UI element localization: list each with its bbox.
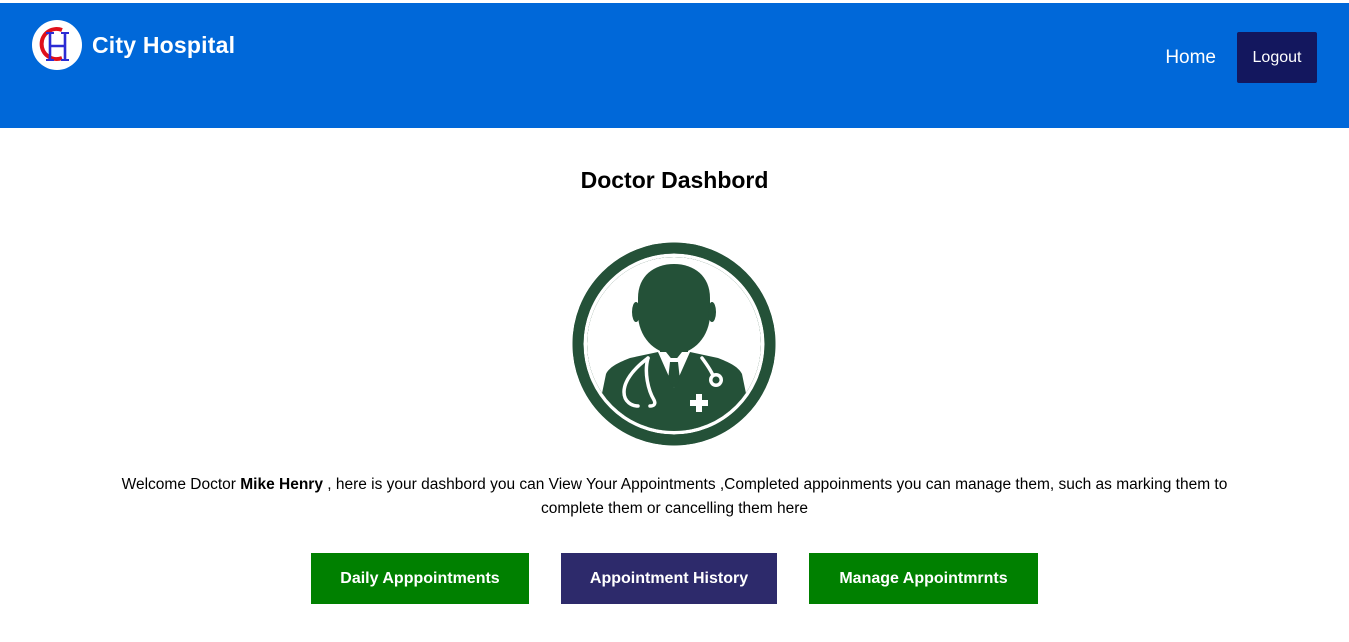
nav-home-link[interactable]: Home (1165, 47, 1216, 69)
welcome-prefix: Welcome Doctor (121, 476, 241, 493)
brand[interactable]: City Hospital (32, 20, 235, 70)
brand-name[interactable]: City Hospital (92, 32, 235, 59)
nav-links: Home Logout (1165, 32, 1317, 83)
manage-appointments-button[interactable]: Manage Appointmrnts (809, 553, 1038, 604)
ch-monogram-logo-icon (32, 20, 82, 70)
daily-appointments-button[interactable]: Daily Apppointments (311, 553, 529, 604)
page-title: Doctor Dashbord (580, 167, 769, 193)
appointment-history-button[interactable]: Appointment History (561, 553, 777, 604)
welcome-suffix: , here is your dashbord you can View You… (322, 476, 1228, 517)
doctor-avatar-icon (572, 242, 776, 446)
doctor-name: Mike Henry (240, 476, 323, 493)
logout-button[interactable]: Logout (1237, 32, 1317, 83)
welcome-message: Welcome Doctor Mike Henry , here is your… (100, 473, 1249, 521)
dashboard-actions: Daily Apppointments Appointment History … (0, 553, 1349, 604)
navbar: City Hospital Home Logout (0, 3, 1349, 128)
